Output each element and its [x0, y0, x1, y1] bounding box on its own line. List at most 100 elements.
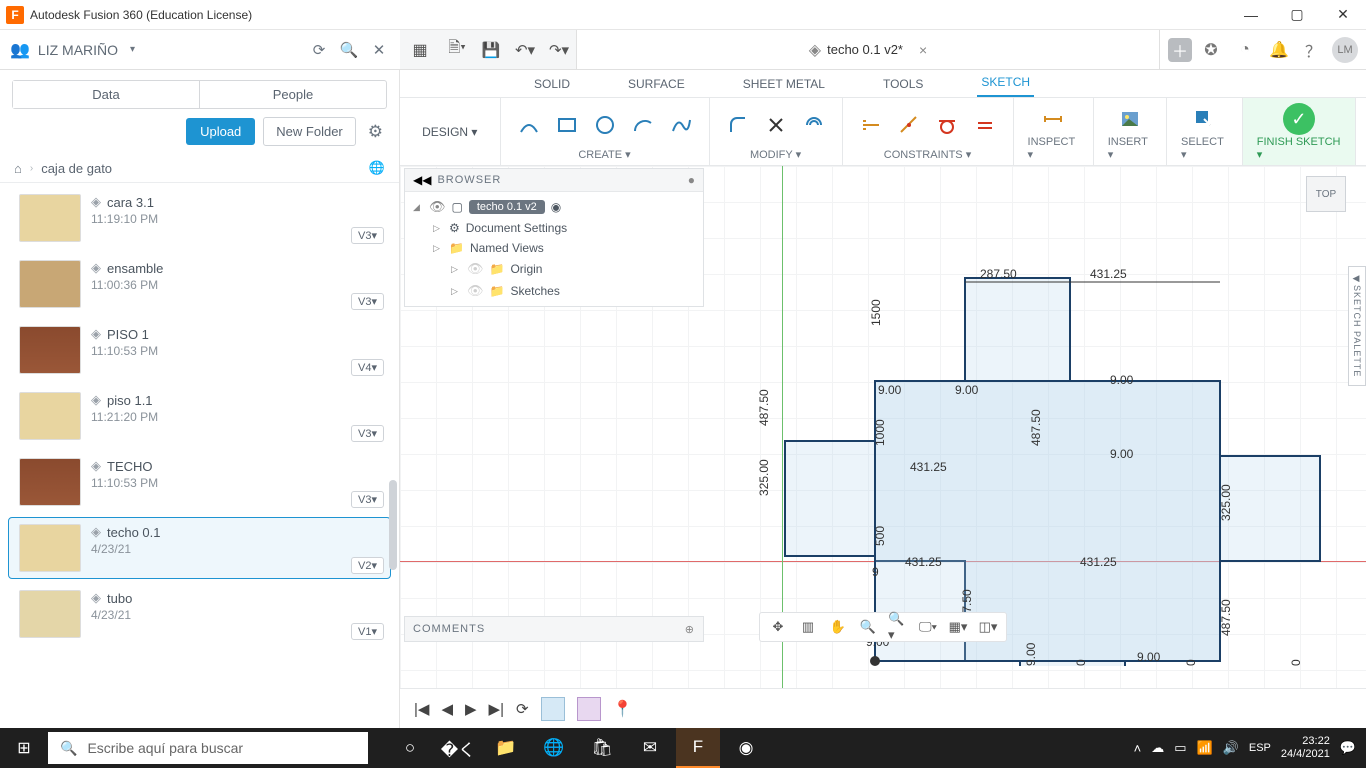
viewport-icon[interactable]: ◫▾	[978, 617, 998, 637]
browser-node[interactable]: ▷📁Named Views	[411, 238, 697, 258]
tab-sheet-metal[interactable]: SHEET METAL	[739, 71, 829, 97]
browser-node[interactable]: ▷👁📁Origin	[411, 258, 697, 280]
visibility-icon[interactable]: 👁	[429, 199, 446, 215]
grid-settings-icon[interactable]: ▦▾	[948, 617, 968, 637]
group-label[interactable]: MODIFY ▾	[750, 148, 801, 161]
trim-tool-icon[interactable]	[762, 111, 790, 139]
user-avatar[interactable]: LM	[1332, 37, 1358, 63]
file-item[interactable]: ◈techo 0.14/23/21 V2▾	[8, 517, 391, 579]
timeline-next-icon[interactable]: ▶|	[489, 700, 504, 718]
version-badge[interactable]: V3▾	[351, 293, 384, 310]
fillet-tool-icon[interactable]	[724, 111, 752, 139]
help-button[interactable]: ？	[1298, 35, 1328, 65]
file-item[interactable]: ◈cara 3.111:19:10 PM V3▾	[8, 187, 391, 249]
new-tab-button[interactable]: ＋	[1168, 38, 1192, 62]
insert-image-icon[interactable]	[1116, 105, 1144, 133]
tab-close-icon[interactable]: ×	[919, 42, 927, 58]
extensions-button[interactable]: ✪	[1196, 35, 1226, 65]
explorer-icon[interactable]: 📁	[484, 728, 528, 768]
search-button[interactable]: 🔍	[338, 39, 360, 61]
mail-icon[interactable]: ✉	[628, 728, 672, 768]
file-menu-button[interactable]: 🗎▾	[440, 30, 474, 70]
line-tool-icon[interactable]	[515, 111, 543, 139]
user-dropdown-icon[interactable]: ▾	[130, 44, 135, 55]
fit-icon[interactable]: 🔍▾	[888, 617, 908, 637]
document-tab[interactable]: ◈ techo 0.1 v2* ×	[576, 30, 1160, 69]
timeline-feature[interactable]	[577, 697, 601, 721]
user-name[interactable]: LIZ MARIÑO	[38, 42, 118, 58]
fusion-taskbar-icon[interactable]: F	[676, 728, 720, 768]
tab-tools[interactable]: TOOLS	[879, 71, 927, 97]
close-button[interactable]: ✕	[1320, 0, 1366, 30]
rectangle-tool-icon[interactable]	[553, 111, 581, 139]
visibility-icon[interactable]: 👁	[467, 261, 484, 277]
battery-icon[interactable]: ▭	[1174, 740, 1186, 756]
select-tool-icon[interactable]	[1190, 105, 1218, 133]
add-comment-icon[interactable]: ⊕	[685, 623, 695, 636]
undo-button[interactable]: ↶▾	[508, 30, 542, 70]
save-button[interactable]: 💾	[474, 30, 508, 70]
upload-button[interactable]: Upload	[186, 118, 255, 145]
job-status-button[interactable]: ◔	[1230, 35, 1260, 65]
new-folder-button[interactable]: New Folder	[263, 117, 355, 146]
radio-icon[interactable]: ◉	[551, 200, 561, 214]
spline-tool-icon[interactable]	[667, 111, 695, 139]
team-icon[interactable]: 👥	[10, 40, 30, 60]
file-item[interactable]: ◈PISO 111:10:53 PM V4▾	[8, 319, 391, 381]
group-label[interactable]: SELECT ▾	[1181, 136, 1228, 161]
version-badge[interactable]: V2▾	[351, 557, 384, 574]
display-settings-icon[interactable]: 🖵▾	[918, 617, 938, 637]
pan-icon[interactable]: ✋	[828, 617, 848, 637]
version-badge[interactable]: V1▾	[351, 623, 384, 640]
volume-icon[interactable]: 🔊	[1223, 740, 1239, 756]
home-icon[interactable]: ⌂	[14, 161, 22, 176]
tray-chevron-icon[interactable]: ˄	[1134, 741, 1142, 756]
file-item[interactable]: ◈piso 1.111:21:20 PM V3▾	[8, 385, 391, 447]
cortana-icon[interactable]: �く	[436, 728, 480, 768]
refresh-button[interactable]: ⟳	[308, 39, 330, 61]
app-grid-icon[interactable]: ▦	[400, 40, 440, 60]
notifications-icon[interactable]: 💬	[1340, 740, 1356, 756]
panel-options-icon[interactable]: ●	[688, 173, 695, 187]
redo-button[interactable]: ↷▾	[542, 30, 576, 70]
settings-icon[interactable]: ⚙	[364, 122, 387, 142]
language-indicator[interactable]: ESP	[1249, 742, 1271, 754]
tab-surface[interactable]: SURFACE	[624, 71, 689, 97]
edge-icon[interactable]: 🌐	[532, 728, 576, 768]
browser-root[interactable]: ◢👁▢techo 0.1 v2◉	[411, 196, 697, 218]
timeline-play-icon[interactable]: ▶	[465, 700, 477, 718]
file-item[interactable]: ◈ensamble11:00:36 PM V3▾	[8, 253, 391, 315]
web-icon[interactable]: 🌐	[369, 160, 385, 176]
timeline-start-icon[interactable]: |◀	[414, 700, 429, 718]
equal-constraint-icon[interactable]	[971, 111, 999, 139]
tangent-constraint-icon[interactable]	[933, 111, 961, 139]
breadcrumb-folder[interactable]: caja de gato	[41, 161, 112, 176]
workspace-switcher[interactable]: DESIGN ▾	[400, 98, 501, 165]
minimize-button[interactable]: —	[1228, 0, 1274, 30]
store-icon[interactable]: 🛍	[580, 728, 624, 768]
notifications-button[interactable]: 🔔	[1264, 35, 1294, 65]
chrome-icon[interactable]: ◉	[724, 728, 768, 768]
measure-tool-icon[interactable]	[1039, 105, 1067, 133]
canvas[interactable]: TOP ◀ SKETCH PALETTE ◀◀ BROWSER ● ◢👁▢tec…	[400, 166, 1366, 688]
circle-tool-icon[interactable]	[591, 111, 619, 139]
version-badge[interactable]: V4▾	[351, 359, 384, 376]
file-item[interactable]: ◈tubo4/23/21 V1▾	[8, 583, 391, 645]
coincident-constraint-icon[interactable]	[895, 111, 923, 139]
tab-people[interactable]: People	[199, 81, 386, 108]
timeline-marker-icon[interactable]: 📍	[613, 699, 633, 719]
browser-node[interactable]: ▷👁📁Sketches	[411, 280, 697, 302]
collapse-icon[interactable]: ◀◀	[413, 173, 431, 187]
group-label[interactable]: INSERT ▾	[1108, 136, 1152, 161]
tab-sketch[interactable]: SKETCH	[977, 69, 1034, 97]
tab-solid[interactable]: SOLID	[530, 71, 574, 97]
zoom-icon[interactable]: 🔍	[858, 617, 878, 637]
onedrive-icon[interactable]: ☁	[1151, 740, 1164, 756]
taskbar-search[interactable]: 🔍 Escribe aquí para buscar	[48, 732, 368, 764]
task-view-icon[interactable]: ○	[388, 728, 432, 768]
offset-tool-icon[interactable]	[800, 111, 828, 139]
file-item[interactable]: ◈TECHO11:10:53 PM V3▾	[8, 451, 391, 513]
version-badge[interactable]: V3▾	[351, 425, 384, 442]
maximize-button[interactable]: ▢	[1274, 0, 1320, 30]
timeline-feature-sketch[interactable]	[541, 697, 565, 721]
